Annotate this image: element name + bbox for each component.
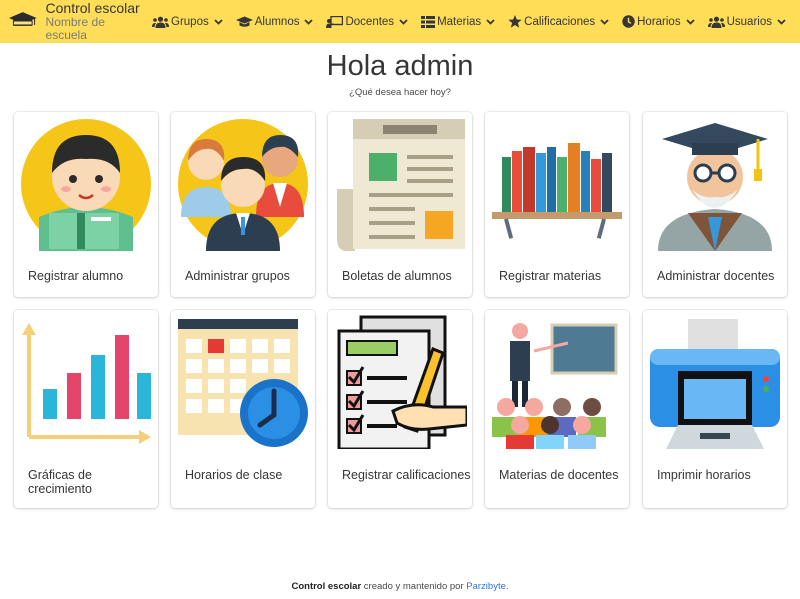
bar-chart-icon xyxy=(22,323,151,444)
card-label: Gráficas de crecimiento xyxy=(28,468,92,496)
card-registrar-alumno[interactable]: Registrar alumno xyxy=(14,112,158,297)
nav-alumnos-label: Alumnos xyxy=(254,15,300,28)
brand-subtitle: Nombre de escuela xyxy=(45,15,105,43)
th-list-icon xyxy=(421,15,436,28)
card-registrar-materias[interactable]: Registrar materias xyxy=(485,112,629,297)
books-icon xyxy=(492,143,622,239)
classroom-icon xyxy=(492,323,618,449)
navbar: Control escolar Nombre de escuela Grupos… xyxy=(0,0,800,43)
teacher-icon xyxy=(658,123,772,251)
chevron-down-icon xyxy=(486,18,495,25)
nav-horarios-label: Horarios xyxy=(637,15,681,28)
brand[interactable]: Control escolar Nombre de escuela xyxy=(8,0,148,43)
footer-text: creado y mantenido por xyxy=(361,581,467,592)
student-icon xyxy=(21,119,151,251)
card-administrar-grupos[interactable]: Administrar grupos xyxy=(171,112,315,297)
checklist-icon xyxy=(337,315,467,449)
nav-docentes-label: Docentes xyxy=(345,15,395,28)
card-label: Horarios de clase xyxy=(185,468,283,482)
graduation-cap-logo-icon xyxy=(8,12,37,27)
chevron-down-icon xyxy=(600,18,609,25)
chevron-down-icon xyxy=(304,18,314,25)
chevron-down-icon xyxy=(214,18,223,25)
nav-docentes[interactable]: Docentes xyxy=(326,15,408,28)
card-label: Administrar docentes xyxy=(657,269,775,283)
chevron-down-icon xyxy=(399,18,408,25)
newspaper-icon xyxy=(337,119,465,251)
graduation-cap-icon xyxy=(235,16,253,27)
nav-calificaciones[interactable]: Calificaciones xyxy=(508,15,609,28)
card-horarios-clase[interactable]: Horarios de clase xyxy=(171,310,315,508)
footer: Control escolar creado y mantenido por P… xyxy=(0,581,800,592)
main-nav: Grupos Alumnos Docentes Materias Calific… xyxy=(152,15,799,28)
card-label: Administrar grupos xyxy=(185,269,290,283)
card-label: Registrar calificaciones xyxy=(342,468,471,482)
users-icon xyxy=(707,16,725,28)
card-label: Registrar alumno xyxy=(28,269,124,283)
calendar-clock-icon xyxy=(178,319,308,447)
card-imprimir-horarios[interactable]: Imprimir horarios xyxy=(643,310,787,508)
nav-calificaciones-label: Calificaciones xyxy=(524,15,596,28)
brand-title: Control escolar xyxy=(45,0,140,16)
page-title: Hola admin xyxy=(326,50,474,82)
chevron-down-icon xyxy=(685,18,695,25)
card-registrar-calificaciones[interactable]: Registrar calificaciones xyxy=(328,310,472,508)
footer-end: . xyxy=(505,581,509,592)
card-administrar-docentes[interactable]: Administrar docentes xyxy=(643,112,787,297)
card-boletas-alumnos[interactable]: Boletas de alumnos xyxy=(328,112,472,297)
nav-usuarios-label: Usuarios xyxy=(726,15,772,28)
nav-alumnos[interactable]: Alumnos xyxy=(235,15,314,28)
page-subtitle: ¿Qué desea hacer hoy? xyxy=(349,87,451,98)
card-materias-docentes[interactable]: Materias de docentes xyxy=(485,310,629,508)
card-label: Materias de docentes xyxy=(499,468,619,482)
nav-horarios[interactable]: Horarios xyxy=(622,15,695,28)
nav-materias-label: Materias xyxy=(437,15,482,28)
nav-grupos[interactable]: Grupos xyxy=(152,16,223,28)
star-icon xyxy=(508,15,522,28)
footer-brand: Control escolar xyxy=(291,581,362,592)
nav-grupos-label: Grupos xyxy=(171,15,209,28)
card-label: Boletas de alumnos xyxy=(342,269,452,283)
group-icon xyxy=(178,119,308,251)
card-graficas-crecimiento[interactable]: Gráficas de crecimiento xyxy=(14,310,158,508)
clock-icon xyxy=(622,15,635,28)
users-icon xyxy=(152,16,169,28)
card-label: Imprimir horarios xyxy=(657,468,751,482)
nav-materias[interactable]: Materias xyxy=(421,15,495,28)
nav-usuarios[interactable]: Usuarios xyxy=(707,15,786,28)
footer-author-link[interactable]: Parzibyte xyxy=(466,581,506,592)
printer-icon xyxy=(650,319,780,449)
chalkboard-teacher-icon xyxy=(326,15,344,28)
chevron-down-icon xyxy=(777,18,786,25)
card-label: Registrar materias xyxy=(499,269,602,283)
